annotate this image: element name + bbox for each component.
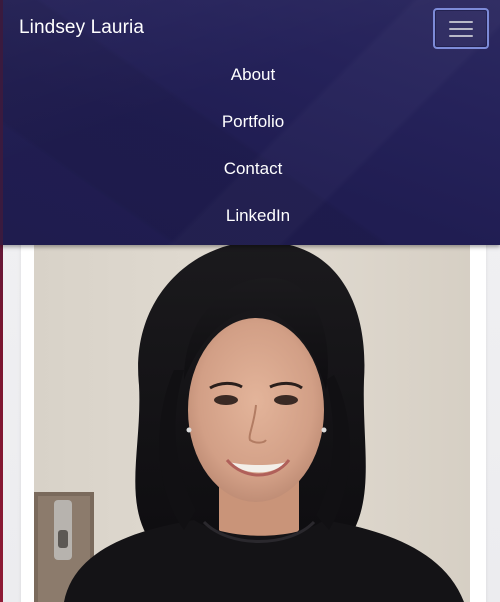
navbar: Lindsey Lauria About Portfolio Contact L… [0, 0, 500, 245]
profile-photo-card [21, 230, 486, 602]
hamburger-bar-icon [449, 28, 473, 30]
nav-link-portfolio[interactable]: Portfolio [3, 112, 500, 132]
nav-menu: About Portfolio Contact LinkedIn [3, 55, 500, 243]
nav-link-linkedin[interactable]: LinkedIn [3, 206, 500, 226]
profile-photo [34, 230, 470, 602]
brand-link[interactable]: Lindsey Lauria [19, 17, 144, 39]
nav-item-contact: Contact [3, 149, 500, 196]
hamburger-bar-icon [449, 35, 473, 37]
navbar-toggler-button[interactable] [433, 8, 489, 49]
nav-item-linkedin: LinkedIn [3, 196, 500, 243]
nav-link-about[interactable]: About [3, 65, 500, 85]
portrait-photo-icon [34, 230, 470, 602]
nav-item-portfolio: Portfolio [3, 102, 500, 149]
nav-item-about: About [3, 55, 500, 102]
hamburger-menu-icon [449, 21, 473, 38]
nav-link-contact[interactable]: Contact [3, 159, 500, 179]
hamburger-bar-icon [449, 21, 473, 23]
